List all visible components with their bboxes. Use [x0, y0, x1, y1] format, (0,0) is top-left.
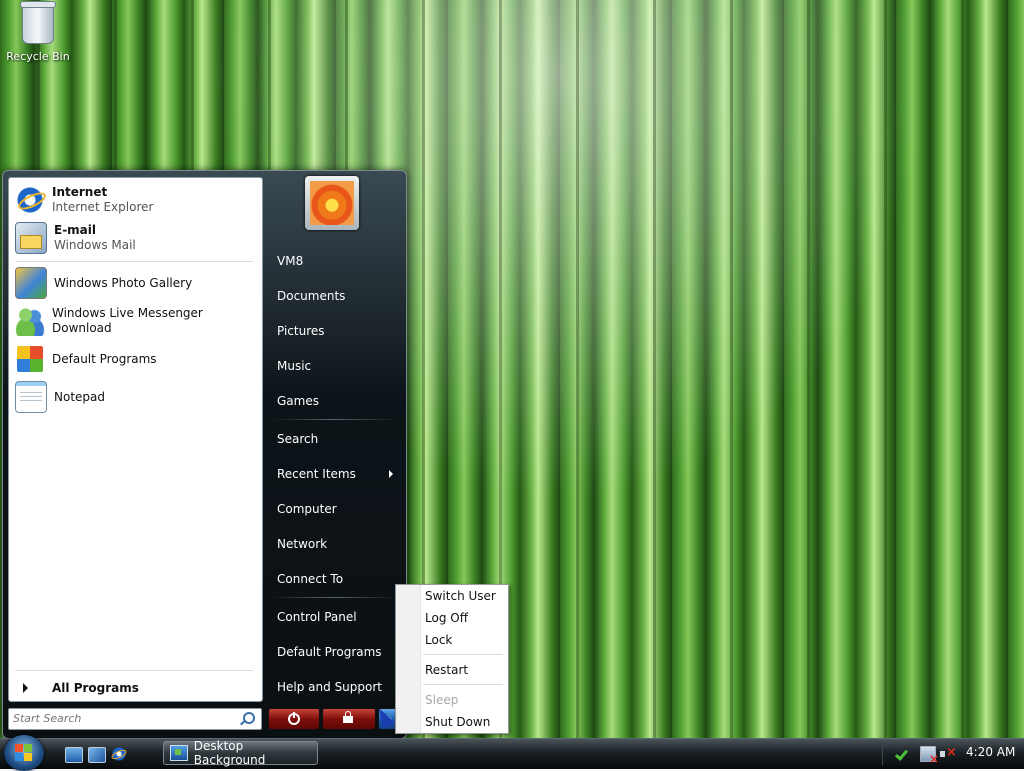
- system-clock[interactable]: 4:20 AM: [966, 745, 1015, 759]
- taskbar: Desktop Background 4:20 AM: [0, 735, 1024, 771]
- menu-item-restart[interactable]: Restart: [425, 659, 468, 681]
- lock-icon: [343, 711, 353, 723]
- volume-muted-icon[interactable]: [939, 745, 957, 762]
- right-item-documents[interactable]: Documents: [271, 282, 397, 310]
- pinned-item-subtitle: Windows Mail: [54, 238, 136, 252]
- menu-item-switch-user[interactable]: Switch User: [425, 585, 496, 607]
- windows-mail-icon: [15, 222, 47, 254]
- right-item-user[interactable]: VM8: [271, 247, 397, 275]
- right-item-label: Default Programs: [277, 645, 382, 659]
- all-programs-label: All Programs: [52, 681, 139, 695]
- switch-windows-icon[interactable]: [88, 747, 106, 763]
- right-item-games[interactable]: Games: [271, 387, 397, 415]
- right-item-music[interactable]: Music: [271, 352, 397, 380]
- right-item-computer[interactable]: Computer: [271, 495, 397, 523]
- windows-defender-icon[interactable]: [893, 746, 909, 762]
- search-icon[interactable]: [243, 712, 255, 724]
- right-item-network[interactable]: Network: [271, 530, 397, 558]
- right-item-label: Music: [277, 359, 312, 373]
- start-menu: Internet Internet Explorer E-mail Window…: [2, 170, 407, 739]
- right-item-recent-items[interactable]: Recent Items: [271, 460, 397, 488]
- right-item-label: Help and Support: [277, 680, 382, 694]
- recycle-bin-shortcut[interactable]: Recycle Bin: [6, 1, 70, 63]
- power-button[interactable]: [268, 708, 320, 730]
- menu-item-sleep: Sleep: [425, 693, 459, 707]
- photo-gallery-icon: [15, 267, 47, 299]
- recent-item-label: Default Programs: [52, 351, 157, 366]
- recent-item-label: Notepad: [54, 389, 105, 404]
- lock-button[interactable]: [322, 708, 376, 730]
- pinned-item-internet[interactable]: Internet Internet Explorer: [15, 183, 255, 217]
- recent-item-label: Windows Photo Gallery: [54, 275, 193, 290]
- all-programs-separator: [15, 670, 253, 671]
- taskbar-button-label: Desktop Background: [193, 739, 266, 767]
- tray-separator: [882, 743, 883, 765]
- recent-item-notepad[interactable]: Notepad: [15, 380, 255, 414]
- pinned-item-email[interactable]: E-mail Windows Mail: [15, 221, 255, 255]
- right-item-pictures[interactable]: Pictures: [271, 317, 397, 345]
- start-button[interactable]: [4, 735, 44, 771]
- right-item-label: VM8: [277, 254, 304, 268]
- user-picture[interactable]: [305, 176, 359, 230]
- pinned-separator: [15, 261, 253, 262]
- right-item-label: Control Panel: [277, 610, 357, 624]
- all-programs-button[interactable]: All Programs: [15, 678, 255, 698]
- right-item-label: Connect To: [277, 572, 344, 586]
- right-item-label: Documents: [277, 289, 346, 303]
- right-separator: [271, 419, 397, 420]
- network-disconnected-icon[interactable]: [920, 746, 939, 766]
- pinned-item-title: E-mail: [54, 223, 97, 237]
- right-item-label: Pictures: [277, 324, 325, 338]
- windows-logo-icon: [15, 744, 33, 762]
- recycle-bin-icon: [20, 1, 56, 44]
- taskbar-button-desktop-background[interactable]: Desktop Background: [163, 739, 318, 767]
- shutdown-options-menu: Switch User Log Off Lock Restart Sleep S…: [395, 584, 509, 734]
- right-item-label: Computer: [277, 502, 337, 516]
- internet-explorer-icon: [15, 185, 45, 215]
- menu-item-log-off[interactable]: Log Off: [425, 607, 468, 629]
- pinned-item-title: Internet: [52, 185, 108, 199]
- recent-item-messenger[interactable]: Windows Live Messenger Download: [15, 304, 255, 338]
- menu-item-shut-down[interactable]: Shut Down: [425, 711, 490, 733]
- right-item-label: Recent Items: [277, 467, 356, 481]
- desktop-background-icon: [170, 745, 188, 761]
- recycle-bin-label: Recycle Bin: [6, 50, 70, 63]
- arrow-right-icon: [23, 683, 28, 693]
- start-search-box[interactable]: [8, 708, 262, 730]
- pinned-item-subtitle: Internet Explorer: [52, 200, 154, 214]
- right-item-label: Games: [277, 394, 319, 408]
- right-item-label: Search: [277, 432, 319, 446]
- right-item-default-programs[interactable]: Default Programs: [271, 638, 397, 666]
- internet-explorer-icon[interactable]: [111, 747, 127, 761]
- submenu-arrow-icon: [389, 470, 393, 478]
- recent-item-photo-gallery[interactable]: Windows Photo Gallery: [15, 266, 255, 300]
- start-menu-programs-pane: Internet Internet Explorer E-mail Window…: [8, 177, 263, 702]
- start-search-input[interactable]: [9, 709, 237, 727]
- recent-item-default-programs[interactable]: Default Programs: [15, 342, 255, 376]
- default-programs-icon: [15, 344, 45, 374]
- power-icon: [288, 712, 300, 725]
- right-item-connect-to[interactable]: Connect To: [271, 565, 397, 593]
- right-item-control-panel[interactable]: Control Panel: [271, 603, 397, 631]
- right-item-label: Network: [277, 537, 328, 551]
- menu-separator: [423, 684, 503, 685]
- show-desktop-icon[interactable]: [65, 747, 83, 763]
- recent-item-label: Windows Live Messenger Download: [52, 306, 203, 335]
- messenger-icon: [15, 306, 45, 336]
- menu-separator: [423, 654, 503, 655]
- right-separator: [271, 597, 397, 598]
- notepad-icon: [15, 381, 47, 413]
- right-item-search[interactable]: Search: [271, 425, 397, 453]
- menu-item-lock[interactable]: Lock: [425, 629, 452, 651]
- right-item-help-and-support[interactable]: Help and Support: [271, 673, 397, 701]
